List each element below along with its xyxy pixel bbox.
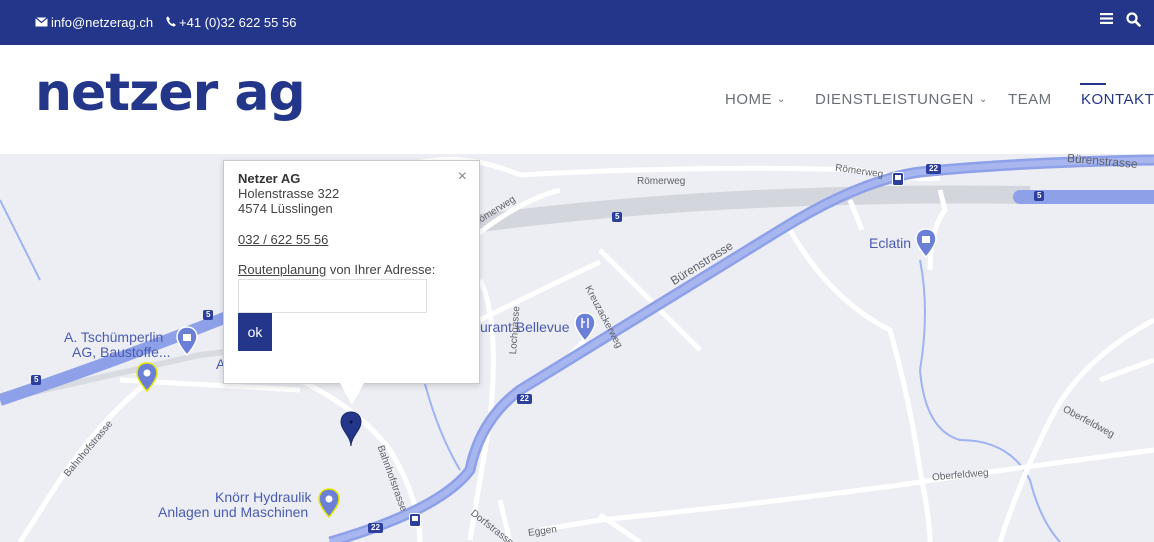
route-label-text: von Ihrer Adresse: bbox=[326, 262, 436, 277]
site-header: netzer ag HOME ⌄ DIENSTLEISTUNGEN ⌄ TEAM… bbox=[0, 45, 1154, 154]
street-address: Holenstrasse 322 bbox=[238, 186, 340, 201]
active-nav-indicator bbox=[1080, 83, 1106, 85]
nav-home[interactable]: HOME ⌄ bbox=[725, 91, 786, 108]
envelope-icon bbox=[35, 15, 48, 30]
nav-services-label: DIENSTLEISTUNGEN bbox=[815, 91, 974, 108]
email-link[interactable]: info@netzerag.ch bbox=[51, 15, 153, 30]
motorway-shield: 5 bbox=[1034, 191, 1045, 201]
close-icon[interactable]: × bbox=[458, 168, 467, 186]
place-label[interactable]: Anlagen und Maschinen bbox=[158, 505, 308, 520]
nav-team[interactable]: TEAM bbox=[1008, 91, 1052, 108]
logo[interactable]: netzer ag bbox=[35, 63, 306, 123]
route-shield: 22 bbox=[517, 394, 532, 404]
route-shield: 22 bbox=[368, 523, 383, 533]
location-pin-icon[interactable] bbox=[318, 488, 340, 518]
shopping-pin-icon[interactable] bbox=[915, 228, 937, 258]
ok-button[interactable]: ok bbox=[238, 313, 272, 351]
nav-contact-label: KONTAKT bbox=[1081, 91, 1154, 108]
road-label: Römerweg bbox=[637, 176, 686, 187]
city-address: 4574 Lüsslingen bbox=[238, 201, 333, 216]
route-address-input[interactable] bbox=[238, 279, 427, 313]
motorway-shield: 5 bbox=[612, 212, 623, 222]
company-name: Netzer AG bbox=[238, 171, 301, 186]
phone-link[interactable]: 032 / 622 55 56 bbox=[238, 232, 465, 247]
shopping-pin-icon[interactable] bbox=[176, 326, 198, 356]
place-label[interactable]: A. Tschümperlin bbox=[64, 330, 163, 345]
place-label[interactable]: Knörr Hydraulik bbox=[215, 490, 311, 505]
map-canvas[interactable] bbox=[0, 154, 1154, 542]
nav-services[interactable]: DIENSTLEISTUNGEN ⌄ bbox=[815, 91, 988, 108]
email-contact[interactable]: info@netzerag.ch bbox=[35, 15, 153, 30]
place-label[interactable]: AG, Baustoffe... bbox=[72, 345, 171, 360]
place-label[interactable]: urant Bellevue bbox=[480, 320, 570, 335]
company-marker-icon[interactable] bbox=[340, 411, 362, 447]
chevron-down-icon: ⌄ bbox=[978, 94, 988, 105]
chevron-down-icon: ⌄ bbox=[777, 94, 786, 105]
nav-contact[interactable]: KONTAKT bbox=[1081, 91, 1154, 108]
phone-contact[interactable]: +41 (0)32 622 55 56 bbox=[166, 15, 296, 30]
hamburger-menu-icon[interactable] bbox=[1099, 12, 1114, 30]
popup-pointer bbox=[340, 383, 364, 405]
nav-home-label: HOME bbox=[725, 91, 772, 108]
place-label[interactable]: Eclatin bbox=[869, 236, 911, 251]
nav-team-label: TEAM bbox=[1008, 91, 1052, 108]
motorway-shield: 5 bbox=[31, 375, 42, 385]
motorway-shield: 5 bbox=[203, 310, 214, 320]
route-shield: 22 bbox=[926, 164, 941, 174]
phone-icon bbox=[166, 15, 176, 30]
restaurant-pin-icon[interactable] bbox=[574, 312, 596, 342]
map-info-popup: × Netzer AG Holenstrasse 322 4574 Lüssli… bbox=[223, 160, 480, 384]
phone-link[interactable]: +41 (0)32 622 55 56 bbox=[179, 15, 296, 30]
map[interactable]: 5 5 5 5 22 22 22 Bürenstrasse Bürenstras… bbox=[0, 154, 1154, 542]
route-label: Routenplanung von Ihrer Adresse: bbox=[238, 262, 465, 277]
top-bar: info@netzerag.ch +41 (0)32 622 55 56 bbox=[0, 0, 1154, 45]
search-icon[interactable] bbox=[1126, 12, 1141, 30]
bus-stop-icon[interactable] bbox=[892, 172, 904, 186]
route-planner-link[interactable]: Routenplanung bbox=[238, 262, 326, 277]
location-pin-icon[interactable] bbox=[136, 362, 158, 392]
bus-stop-icon[interactable] bbox=[409, 513, 421, 527]
